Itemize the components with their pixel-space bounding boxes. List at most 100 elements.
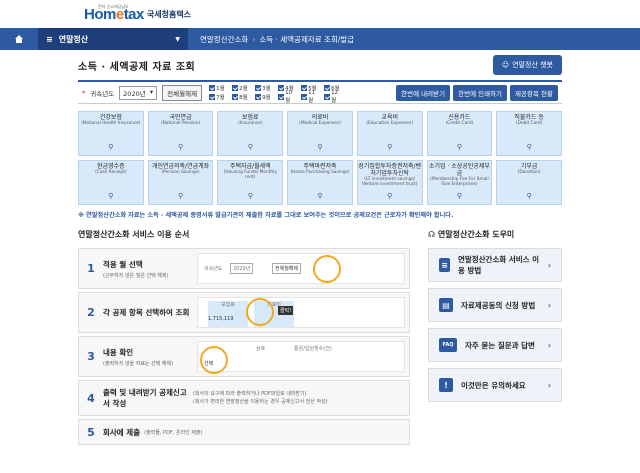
page-title: 소득 · 세액공제 자료 조회 [78, 61, 196, 73]
step-title: 적용 월 선택 [103, 259, 143, 269]
faq-icon: FAQ [439, 338, 457, 352]
month-checkbox[interactable]: 1월 [209, 84, 228, 93]
search-icon: ⚲ [177, 143, 184, 151]
month-checkbox[interactable]: 3월 [255, 84, 274, 93]
form-icon: ▤ [439, 298, 453, 312]
search-icon: ⚲ [247, 192, 253, 200]
main-nav: ≡ 연말정산 ▼ 연말정산간소화 › 소득 · 세액공제자료 조회/발급 [0, 28, 640, 50]
deselect-all-months-button[interactable]: 전체월해제 [162, 84, 203, 101]
chevron-right-icon: › [547, 380, 551, 390]
print-all-button[interactable]: 한번에 인쇄하기 [453, 84, 508, 101]
breadcrumb-item[interactable]: 연말정산간소화 [200, 34, 248, 45]
alert-icon: ! [439, 378, 453, 392]
nav-menu-label: 연말정산 [58, 34, 89, 44]
step-title: 출력 및 내려받기 공제신고서 작성 [103, 388, 187, 408]
step-title: 회사에 제출 [103, 427, 141, 437]
chevron-right-icon: › [547, 300, 551, 310]
category-tile[interactable]: 주택자금/월세액 (Housing Funds/ Monthly rent) ⚲ [217, 160, 284, 205]
home-icon[interactable] [0, 28, 38, 50]
step-number: 4 [87, 391, 95, 405]
document-icon: ≡ [439, 258, 450, 272]
step-desc: (회사의 요구에 따라 출력하거나 PDF파일로 내려받기) [193, 391, 307, 397]
year-select[interactable]: 2020년 ▾ [119, 85, 158, 100]
headset-icon: ☊ [428, 230, 436, 239]
help-section: ☊ 연말정산간소화 도우미 ≡ 연말정산간소화 서비스 이용 방법 › ▤ 자료제공동… [428, 229, 562, 448]
category-tile[interactable]: 직불카드 등 (Debit Card) ⚲ [496, 111, 562, 156]
year-label: 귀속년도 [90, 89, 115, 98]
category-tile[interactable]: 기부금 (Donation) ⚲ [496, 160, 562, 205]
nav-menu-dropdown[interactable]: ≡ 연말정산 ▼ [38, 28, 188, 50]
category-tile[interactable]: 교육비 (Education Expenses) ⚲ [356, 111, 423, 156]
hamburger-icon: ≡ [46, 34, 53, 44]
search-icon: ⚲ [456, 143, 462, 151]
step-number: 1 [87, 262, 95, 275]
search-icon: ⚲ [387, 192, 393, 200]
download-all-button[interactable]: 한번에 내려받기 [396, 84, 451, 101]
breadcrumb-separator: › [252, 34, 256, 44]
step-item: 5 회사에 제출 (출력물, PDF, 온라인 제출) [78, 419, 410, 445]
step-desc: (회사가 편리한 연말정산을 이용하는 경우 공제신고서 전산 작성) [193, 399, 328, 405]
highlight-circle [246, 298, 274, 326]
help-link[interactable]: ▤ 자료제공동의 신청 방법 › [428, 288, 562, 322]
step-title: 각 공제 항목 선택하여 조회 [103, 308, 190, 317]
search-icon: ⚲ [387, 143, 393, 151]
step-item: 1 적용 월 선택 (근무하지 않은 월은 선택 해제) 귀속년도 2020년 전… [78, 248, 410, 289]
help-link[interactable]: FAQ 자주 묻는 질문과 답변 › [428, 328, 562, 362]
month-checkbox[interactable]: 12월 [324, 90, 343, 104]
step-number: 3 [87, 350, 95, 363]
step-item: 2 각 공제 항목 선택하여 조회 보험료 1,715,119 의료비 클릭! [78, 292, 410, 333]
step-number: 5 [87, 425, 95, 439]
category-tile[interactable]: 보험료 (Insurance) ⚲ [217, 111, 284, 156]
step-demo-image: 보험료 1,715,119 의료비 클릭! [197, 297, 405, 328]
step-desc: (근무하지 않은 월은 선택 해제) [103, 272, 169, 279]
month-checkbox[interactable]: 2월 [232, 84, 251, 93]
filter-bar: * 귀속년도 2020년 ▾ 전체월해제 1월 2월 3월 4월 5월 6월 7월… [78, 80, 562, 104]
steps-title: 연말정산간소화 서비스 이용 순서 [78, 230, 190, 239]
breadcrumb-item[interactable]: 소득 · 세액공제자료 조회/발급 [259, 34, 354, 45]
chevron-right-icon: › [547, 260, 551, 270]
search-icon: ⚲ [247, 143, 253, 151]
category-tile[interactable]: 소기업 · 소상공인공제부금 (Membership Fee For Small … [426, 160, 493, 205]
help-link[interactable]: ! 이것만은 유의하세요 › [428, 368, 562, 402]
month-checkboxes: 1월 2월 3월 4월 5월 6월 7월 8월 9월 10월 11월 12월 [209, 84, 343, 104]
step-number: 2 [87, 306, 95, 319]
search-icon: ⚲ [108, 143, 114, 151]
highlight-circle [313, 255, 341, 283]
required-marker: * [82, 88, 86, 97]
step-title: 내용 확인 [103, 347, 134, 357]
category-tile[interactable]: 국민연금 (National Pension) ⚲ [147, 111, 214, 156]
search-icon: ⚲ [177, 192, 184, 200]
chevron-down-icon: ▾ [149, 87, 154, 96]
category-tile[interactable]: 주택마련저축 (Home Purchasing Savings) ⚲ [287, 160, 353, 205]
category-tile[interactable]: 신용카드 (Credit Card) ⚲ [426, 111, 493, 156]
step-desc: (출력물, PDF, 온라인 제출) [144, 429, 203, 436]
category-tile[interactable]: 장기집합투자증권저축/벤처기업투자신탁 (LT investment saving… [356, 160, 423, 205]
category-tile[interactable]: 의료비 (Medical Expenses) ⚲ [287, 111, 353, 156]
title-bar: 소득 · 세액공제 자료 조회 ☺ 연말정산 챗봇 [0, 50, 640, 80]
search-icon: ⚲ [456, 192, 462, 200]
search-icon: ⚲ [526, 192, 532, 200]
category-tile[interactable]: 현금영수증 (Cash Receipt) ⚲ [78, 160, 144, 205]
month-checkbox[interactable]: 8월 [232, 93, 251, 102]
steps-section: 연말정산간소화 서비스 이용 순서 1 적용 월 선택 (근무하지 않은 월은 선… [78, 229, 410, 448]
month-checkbox[interactable]: 7월 [209, 93, 228, 102]
logo-korean: 국세청홈택스 [146, 9, 192, 19]
month-checkbox[interactable]: 10월 [278, 90, 297, 104]
header: 전자 신고세금납부 Hometax 국세청홈택스 [0, 0, 640, 28]
chatbot-icon: ☺ [501, 61, 510, 69]
chatbot-button[interactable]: ☺ 연말정산 챗봇 [492, 55, 562, 75]
chevron-down-icon: ▼ [175, 35, 180, 43]
month-checkbox[interactable]: 9월 [255, 93, 274, 102]
highlight-circle [200, 346, 228, 374]
help-link[interactable]: ≡ 연말정산간소화 서비스 이용 방법 › [428, 248, 562, 282]
step-item: 3 내용 확인 (출력하지 않을 자료는 선택 해제) 상호 통원/입원횟수(건)… [78, 336, 410, 377]
category-tile[interactable]: 개인연금저축/연금계좌 (Pension Savings) ⚲ [147, 160, 214, 205]
logo-subtitle: 전자 신고세금납부 [98, 4, 129, 9]
month-checkbox[interactable]: 11월 [301, 90, 320, 104]
category-tile[interactable]: 건강보험 (National Health Insurance) ⚲ [78, 111, 144, 156]
step-desc: (출력하지 않을 자료는 선택 해제) [103, 360, 174, 367]
search-icon: ⚲ [108, 192, 114, 200]
provided-items-status-button[interactable]: 제공항목 현황 [510, 84, 558, 101]
chevron-right-icon: › [547, 340, 551, 350]
step-demo-image: 귀속년도 2020년 전체월해제 [197, 253, 405, 284]
